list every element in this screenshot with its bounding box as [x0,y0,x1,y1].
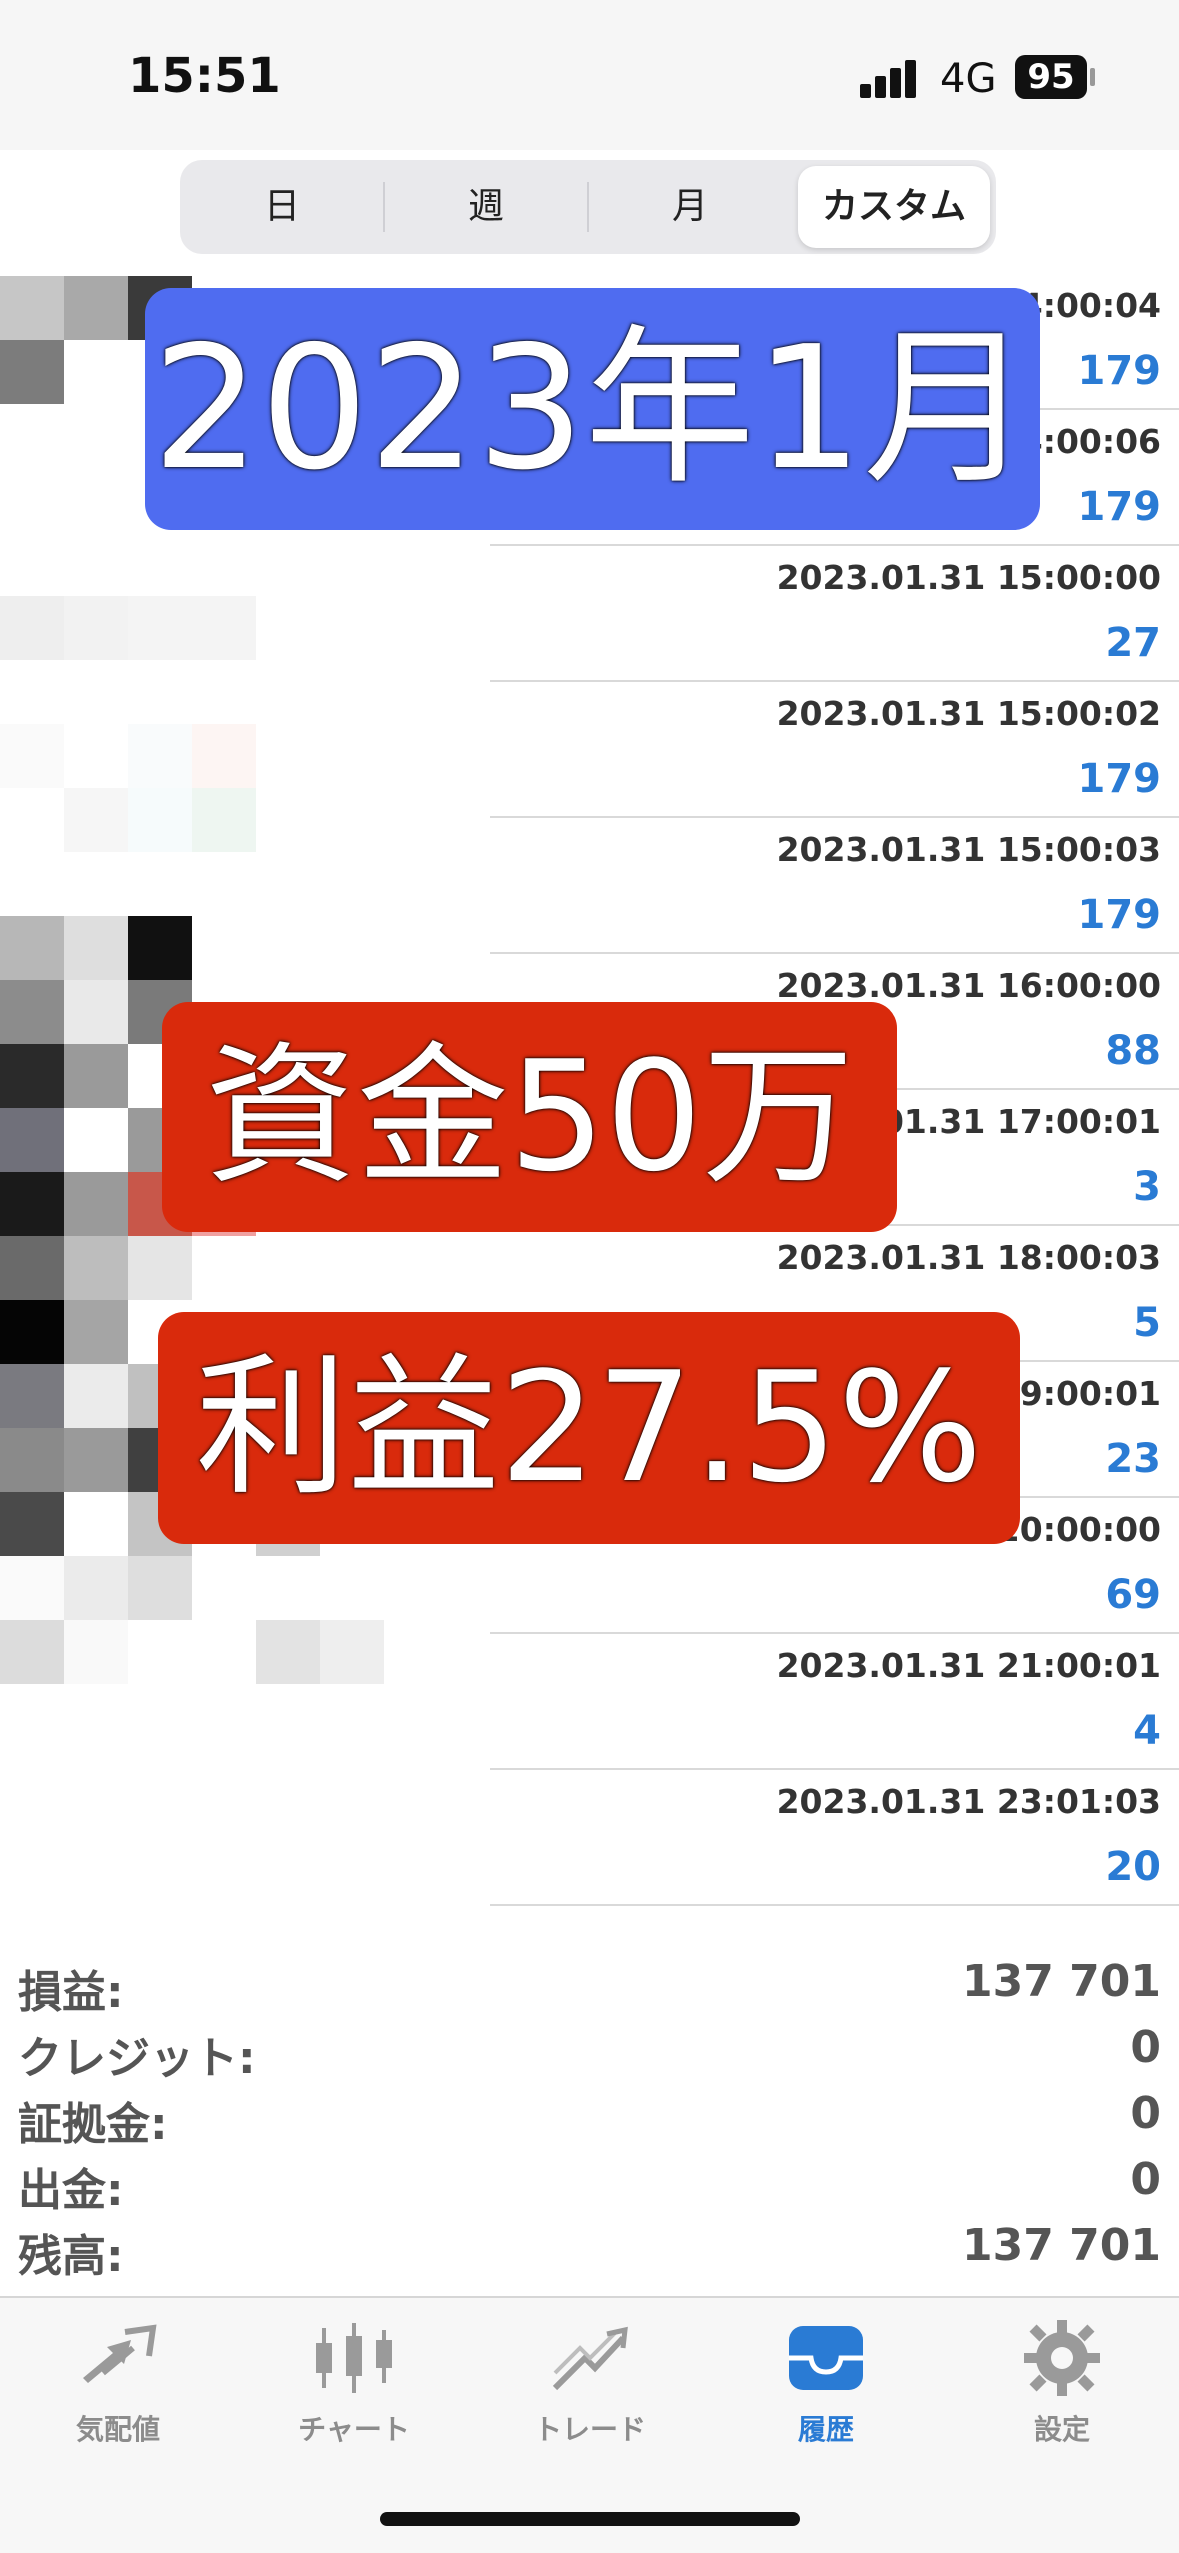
row-value: 179 [1077,484,1162,530]
row-value: 179 [1077,756,1162,802]
trade-icon [552,2326,628,2391]
battery-tip [1090,68,1095,86]
row-value: 179 [1077,348,1162,394]
tab-history[interactable]: 履歴 [708,2318,944,2488]
summary-credit: クレジット: 0 [0,2022,1179,2088]
row-date: 2023.01.31 15:00:03 [776,830,1161,869]
summary-value: 137 701 [961,2220,1161,2271]
row-value: 179 [1077,892,1162,938]
profit-overlay: 利益27.5% [158,1312,1020,1544]
row-date: 2023.01.31 16:00:00 [776,966,1161,1005]
list-item[interactable]: 2023.01.31 15:00:03 179 [490,816,1179,954]
capital-overlay: 資金50万 [162,1002,897,1232]
row-date: 2023.01.31 23:01:03 [776,1782,1161,1821]
tab-quotes[interactable]: 気配値 [0,2318,236,2488]
row-date: 2023.01.31 21:00:01 [776,1646,1161,1685]
status-bar: 15:51 4G 95 [0,0,1179,150]
tab-settings[interactable]: 設定 [944,2318,1179,2488]
row-date: 2023.01.31 18:00:03 [776,1238,1161,1277]
account-summary: 損益: 137 701 クレジット: 0 証拠金: 0 出金: 0 残高: 13… [0,1936,1179,2296]
status-time: 15:51 [128,48,281,104]
row-value: 4 [1133,1708,1161,1754]
segment-custom[interactable]: カスタム [798,166,990,248]
summary-label: 損益: [18,1967,124,2018]
tab-label: トレード [533,2413,646,2446]
row-value: 20 [1105,1844,1161,1890]
tab-label: 履歴 [797,2413,854,2446]
row-date: 19:00:01 [996,1374,1161,1413]
network-type: 4G [940,56,997,102]
row-date: 2023.01.31 15:00:00 [776,558,1161,597]
list-item[interactable]: 2023.01.31 15:00:00 27 [490,544,1179,682]
summary-label: 証拠金: [18,2099,168,2150]
tab-trade[interactable]: トレード [472,2318,708,2488]
battery-icon: 95 [1015,55,1087,99]
home-indicator [380,2512,800,2526]
tab-label: 気配値 [75,2413,160,2446]
period-segmented-control: 日 週 月 カスタム [180,160,996,254]
summary-value: 0 [1130,2088,1161,2139]
segment-month[interactable]: 月 [588,160,792,254]
tab-chart[interactable]: チャート [236,2318,472,2488]
summary-label: 出金: [18,2165,124,2216]
summary-value: 0 [1130,2154,1161,2205]
summary-withdrawal: 出金: 0 [0,2154,1179,2220]
signal-icon [860,58,920,98]
summary-label: 残高: [18,2231,124,2282]
row-date: 2023.01.31 15:00:02 [776,694,1161,733]
summary-label: クレジット: [18,2033,256,2084]
history-icon [789,2326,863,2390]
tab-label: チャート [298,2413,410,2446]
segment-week[interactable]: 週 [384,160,588,254]
row-value: 88 [1105,1028,1161,1074]
summary-value: 137 701 [961,1956,1161,2007]
month-overlay: 2023年1月 [145,288,1040,530]
list-item[interactable]: 2023.01.31 23:01:03 20 [490,1768,1179,1906]
summary-margin: 証拠金: 0 [0,2088,1179,2154]
summary-profit: 損益: 137 701 [0,1956,1179,2022]
chart-icon [316,2323,392,2393]
row-value: 3 [1133,1164,1161,1210]
summary-balance: 残高: 137 701 [0,2220,1179,2286]
summary-value: 0 [1130,2022,1161,2073]
row-value: 23 [1105,1436,1161,1482]
list-item[interactable]: 2023.01.31 15:00:02 179 [490,680,1179,818]
row-value: 27 [1105,620,1161,666]
settings-icon [1024,2320,1100,2396]
row-value: 5 [1133,1300,1161,1346]
list-item[interactable]: 2023.01.31 21:00:01 4 [490,1632,1179,1770]
row-value: 69 [1105,1572,1161,1618]
tab-label: 設定 [1033,2413,1090,2446]
segment-day[interactable]: 日 [180,160,384,254]
quotes-icon [83,2324,157,2383]
